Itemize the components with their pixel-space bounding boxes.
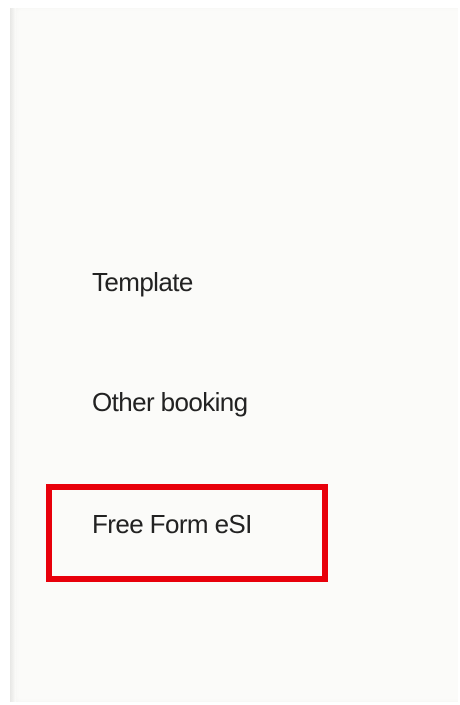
menu-item-other-booking[interactable]: Other booking <box>92 386 248 418</box>
menu-panel: Template Other booking Free Form eSI <box>10 8 458 702</box>
screenshot-page: Template Other booking Free Form eSI <box>0 0 460 705</box>
menu-item-template[interactable]: Template <box>92 266 193 298</box>
option-menu: Template Other booking Free Form eSI <box>10 8 458 702</box>
menu-item-free-form-esi[interactable]: Free Form eSI <box>92 508 252 540</box>
